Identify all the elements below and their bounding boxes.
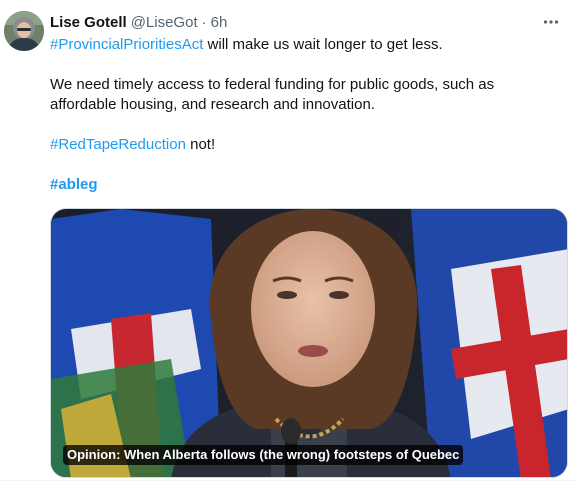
timestamp[interactable]: 6h bbox=[211, 13, 228, 33]
card-caption: Opinion: When Alberta follows (the wrong… bbox=[63, 445, 464, 465]
hashtag-provincialprioritiesact[interactable]: #ProvincialPrioritiesAct bbox=[50, 36, 203, 53]
more-horizontal-icon[interactable] bbox=[539, 12, 563, 32]
tweet-text: #ProvincialPrioritiesAct will make us wa… bbox=[50, 35, 561, 195]
card-image bbox=[51, 209, 567, 477]
header-separator: · bbox=[201, 14, 207, 31]
avatar[interactable] bbox=[4, 11, 44, 51]
tweet-header: Lise Gotell @LiseGot · 6h bbox=[50, 13, 535, 33]
tweet-line-3-text: not! bbox=[185, 136, 216, 153]
tweet-line-1-text: will make us wait longer to get less. bbox=[203, 36, 443, 53]
tweet-line-3: #RedTapeReduction not! bbox=[50, 135, 561, 155]
hashtag-redtapereduction[interactable]: #RedTapeReduction bbox=[50, 136, 186, 153]
tweet-line-1: #ProvincialPrioritiesAct will make us wa… bbox=[50, 35, 561, 55]
tweet[interactable]: Lise Gotell @LiseGot · 6h #ProvincialPri… bbox=[0, 0, 575, 481]
hashtag-ableg[interactable]: #ableg bbox=[50, 176, 98, 193]
tweet-paragraph-2: We need timely access to federal funding… bbox=[50, 76, 495, 113]
author-handle[interactable]: @LiseGot bbox=[131, 13, 198, 33]
author-name[interactable]: Lise Gotell bbox=[50, 13, 127, 33]
link-card[interactable]: Opinion: When Alberta follows (the wrong… bbox=[50, 208, 568, 478]
tweet-line-4: #ableg bbox=[50, 175, 561, 195]
